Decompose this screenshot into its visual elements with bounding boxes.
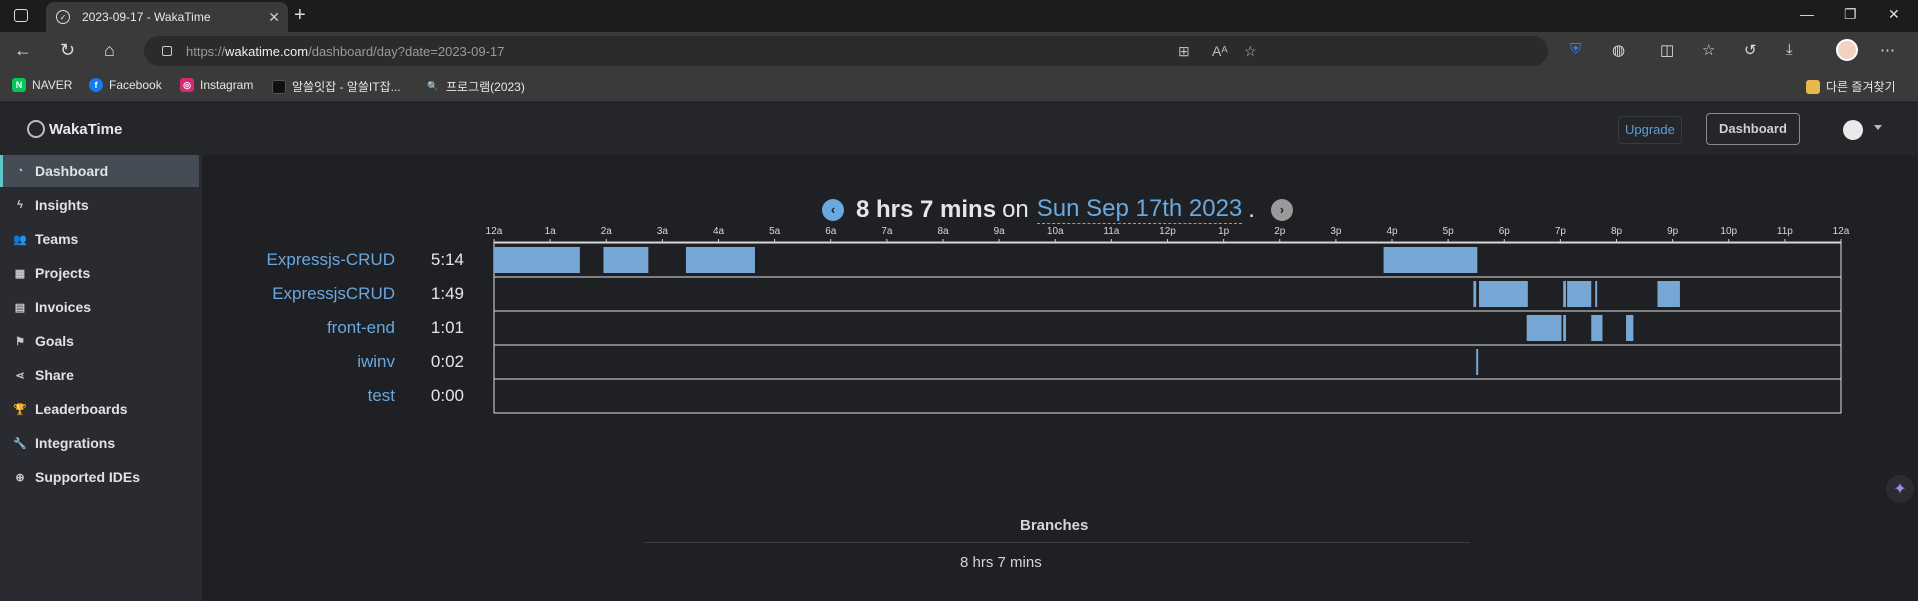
x-tick-label: 1p — [1218, 226, 1230, 237]
x-tick-label: 1a — [545, 226, 557, 237]
x-tick-label: 9a — [994, 226, 1006, 237]
extension-icon[interactable]: ◍ — [1612, 41, 1625, 59]
refresh-icon[interactable]: ↻ — [60, 40, 75, 61]
bitwarden-icon[interactable]: ⛨ — [1570, 41, 1581, 58]
tab-title: 2023-09-17 - WakaTime — [82, 10, 211, 24]
timeline-bar — [1563, 281, 1566, 307]
search-icon: 🔍 — [427, 81, 439, 91]
x-tick-label: 4p — [1386, 226, 1398, 237]
x-tick-label: 3a — [657, 226, 669, 237]
timeline-bar — [603, 247, 649, 273]
project-name[interactable]: front-end — [327, 318, 395, 337]
timeline-bar — [1563, 315, 1566, 341]
timeline-bar — [1595, 281, 1598, 307]
timeline-bar — [1383, 247, 1478, 273]
restore-icon[interactable]: ❐ — [1844, 6, 1857, 23]
timeline-bar — [1567, 281, 1592, 307]
bookmark-naver[interactable]: N NAVER — [12, 78, 72, 92]
browser-tabbar: ✓ 2023-09-17 - WakaTime ✕ + — ❐ ✕ — [0, 0, 1918, 32]
apps-icon[interactable]: ⊞ — [1178, 43, 1190, 60]
lock-icon — [162, 46, 172, 56]
project-name[interactable]: ExpressjsCRUD — [272, 284, 395, 303]
other-bookmarks[interactable]: 다른 즐겨찾기 — [1806, 78, 1896, 95]
timeline-bar — [1507, 281, 1528, 307]
project-duration: 0:02 — [431, 352, 464, 371]
project-name[interactable]: iwinv — [357, 352, 395, 371]
project-duration: 0:00 — [431, 386, 464, 405]
browser-toolbar: ← ↻ ⌂ https://wakatime.com/dashboard/day… — [0, 32, 1918, 70]
x-tick-label: 9p — [1667, 226, 1679, 237]
divider — [644, 542, 1470, 543]
history-icon[interactable]: ↺ — [1744, 41, 1757, 59]
new-tab-icon[interactable]: + — [294, 4, 306, 27]
x-tick-label: 3p — [1330, 226, 1342, 237]
x-tick-label: 10p — [1720, 226, 1737, 237]
x-tick-label: 8p — [1611, 226, 1623, 237]
x-tick-label: 2p — [1274, 226, 1286, 237]
favorites-icon[interactable]: ☆ — [1702, 41, 1715, 59]
x-tick-label: 6p — [1499, 226, 1511, 237]
folder-icon — [1806, 79, 1820, 94]
sparkle-icon[interactable]: ✦ — [1886, 475, 1914, 503]
branches-title: Branches — [1020, 517, 1089, 534]
project-duration: 1:49 — [431, 284, 464, 303]
bookmark-instagram[interactable]: ◎ Instagram — [180, 78, 253, 92]
close-tab-icon[interactable]: ✕ — [268, 9, 280, 26]
x-tick-label: 7a — [881, 226, 893, 237]
timeline-bar — [685, 247, 755, 273]
x-tick-label: 12a — [486, 226, 503, 237]
bookmark-site[interactable]: 알쓸잇잡 - 알쓸IT잡... — [272, 78, 401, 95]
x-tick-label: 2a — [601, 226, 613, 237]
split-screen-icon[interactable]: ◫ — [1660, 41, 1674, 59]
bookmark-facebook[interactable]: f Facebook — [89, 78, 162, 92]
address-bar[interactable]: https://wakatime.com/dashboard/day?date=… — [144, 36, 1548, 66]
instagram-icon: ◎ — [180, 78, 194, 92]
x-tick-label: 7p — [1555, 226, 1567, 237]
bookmark-program[interactable]: 🔍 프로그램(2023) — [426, 78, 524, 95]
close-window-icon[interactable]: ✕ — [1888, 6, 1900, 23]
timeline-bar — [1626, 315, 1634, 341]
minimize-icon[interactable]: — — [1800, 6, 1814, 22]
x-tick-label: 5a — [769, 226, 781, 237]
timeline-bar — [1473, 281, 1477, 307]
url-text: https://wakatime.com/dashboard/day?date=… — [186, 43, 505, 59]
timeline-bar — [1476, 349, 1479, 375]
tab-actions-icon[interactable] — [14, 9, 28, 22]
bookmarks-bar: N NAVER f Facebook ◎ Instagram 알쓸잇잡 - 알쓸IT잡… — [0, 70, 1918, 102]
x-tick-label: 6a — [825, 226, 837, 237]
timeline-bar — [1591, 315, 1603, 341]
x-tick-label: 12a — [1833, 226, 1850, 237]
wakatime-favicon-icon: ✓ — [56, 10, 70, 24]
read-aloud-icon[interactable]: Aᴬ — [1212, 43, 1228, 59]
timeline-bar — [1526, 315, 1562, 341]
x-tick-label: 10a — [1047, 226, 1064, 237]
favorite-star-icon[interactable]: ☆ — [1244, 43, 1257, 60]
timeline-chart: 12a 1a 2a 3a 4a 5a 6a 7a 8a 9a 10a 11a 12p 1p 2p 3p 4p 5p… — [267, 226, 1850, 414]
project-name[interactable]: Expressjs-CRUD — [267, 250, 395, 269]
project-name[interactable]: test — [368, 386, 396, 405]
project-duration: 5:14 — [431, 250, 464, 269]
download-icon[interactable]: ⤓ — [1786, 41, 1793, 58]
project-duration: 1:01 — [431, 318, 464, 337]
timeline-bar — [494, 247, 580, 273]
x-tick-label: 11p — [1777, 226, 1793, 237]
facebook-icon: f — [89, 78, 103, 92]
more-icon[interactable]: ⋯ — [1880, 41, 1895, 59]
timeline-bar — [1657, 281, 1680, 307]
x-tick-label: 4a — [713, 226, 725, 237]
x-tick-label: 8a — [937, 226, 949, 237]
browser-tab[interactable]: ✓ 2023-09-17 - WakaTime ✕ — [46, 2, 288, 32]
x-tick-label: 5p — [1443, 226, 1455, 237]
profile-avatar[interactable] — [1836, 39, 1858, 61]
x-tick-label: 11a — [1103, 226, 1119, 237]
naver-icon: N — [12, 78, 26, 92]
branches-value: 8 hrs 7 mins — [960, 554, 1042, 571]
back-icon[interactable]: ← — [14, 40, 32, 61]
site-icon — [272, 79, 286, 94]
home-icon[interactable]: ⌂ — [104, 40, 115, 61]
page: WakaTime Upgrade Dashboard ◔ Dashboard ϟ In… — [0, 103, 1918, 601]
x-tick-label: 12p — [1159, 226, 1176, 237]
